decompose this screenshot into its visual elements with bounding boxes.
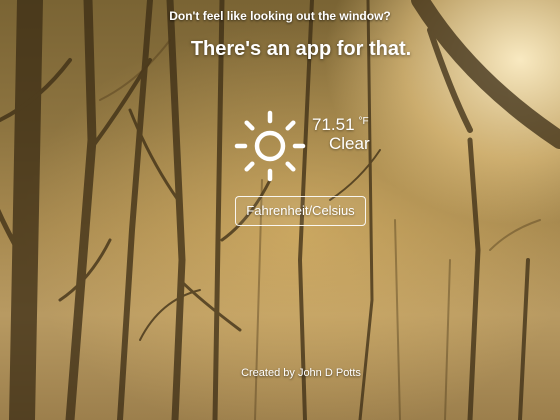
weather-condition: Clear [329, 134, 370, 153]
tagline: Don't feel like looking out the window? [169, 9, 391, 23]
footer-credit: Created by John D Potts [241, 367, 361, 379]
unit-toggle-button[interactable]: Fahrenheit/Celsius [235, 196, 366, 226]
temperature-value: 71.51 [312, 115, 355, 134]
sun-icon [234, 110, 306, 182]
page-title: There's an app for that. [190, 38, 412, 60]
temperature-readout: 71.51 °F [312, 115, 369, 135]
temperature-unit: °F [358, 116, 369, 127]
